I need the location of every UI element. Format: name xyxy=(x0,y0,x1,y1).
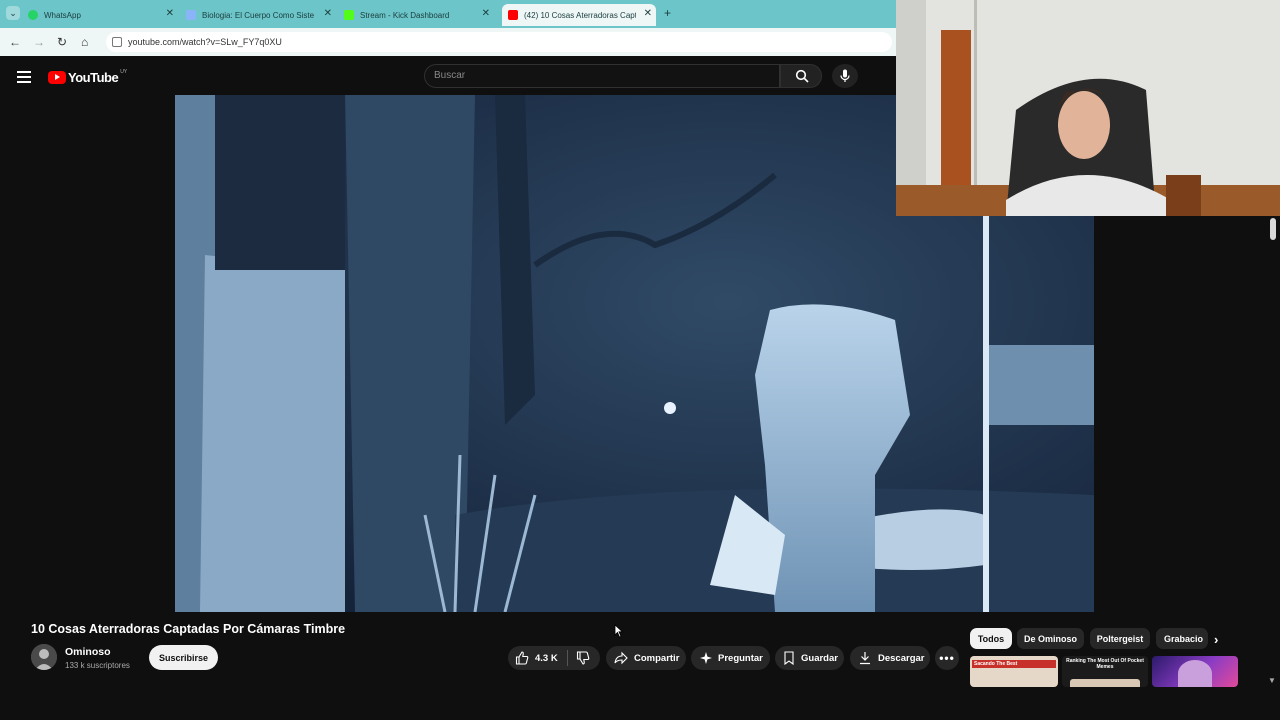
kick-favicon-icon xyxy=(344,10,354,20)
close-tab-icon[interactable]: ✕ xyxy=(482,8,490,19)
recommendation-thumbnail[interactable]: Sacando The Best xyxy=(970,656,1058,687)
search-placeholder: Buscar xyxy=(434,70,466,81)
tab-title: (42) 10 Cosas Aterradoras Capt xyxy=(524,10,636,20)
recommendation-thumbnail[interactable] xyxy=(1152,656,1238,687)
share-button[interactable]: Compartir xyxy=(606,646,686,670)
address-bar-row: ← → ↻ ⌂ youtube.com/watch?v=SLw_FY7q0XU xyxy=(0,28,896,56)
url-text: youtube.com/watch?v=SLw_FY7q0XU xyxy=(128,37,282,47)
close-tab-icon[interactable]: ✕ xyxy=(166,8,174,19)
channel-name[interactable]: Ominoso xyxy=(65,646,111,658)
chip-poltergeist[interactable]: Poltergeist xyxy=(1090,628,1150,649)
voice-search-button[interactable] xyxy=(832,64,858,88)
youtube-favicon-icon xyxy=(508,10,518,20)
scrollbar-thumb[interactable] xyxy=(1270,218,1276,240)
thumbnail-caption: Ranking The Most Out Of Pocket Memes xyxy=(1066,658,1144,670)
search-button[interactable] xyxy=(780,64,822,88)
like-count: 4.3 K xyxy=(535,652,558,664)
download-label: Descargar xyxy=(878,652,925,664)
thumbnail-caption: Sacando The Best xyxy=(972,660,1056,668)
subscribe-button[interactable]: Suscribirse xyxy=(149,645,218,670)
webcam-overlay xyxy=(896,0,1280,216)
forward-arrow-icon[interactable]: → xyxy=(33,35,45,49)
thumbnail-figure xyxy=(1178,660,1212,687)
save-button[interactable]: Guardar xyxy=(775,646,844,670)
recommendation-thumbnail[interactable]: Ranking The Most Out Of Pocket Memes xyxy=(1062,656,1148,687)
share-icon xyxy=(614,651,628,665)
subscriber-count: 133 k suscriptores xyxy=(65,661,130,670)
tab-title: WhatsApp xyxy=(44,10,81,20)
tab-biologia[interactable]: Biologia: El Cuerpo Como Siste ✕ xyxy=(186,4,336,26)
new-tab-button[interactable]: + xyxy=(664,6,671,20)
docs-favicon-icon xyxy=(186,10,196,20)
search-input[interactable]: Buscar xyxy=(424,64,780,88)
like-button[interactable]: 4.3 K xyxy=(508,651,558,665)
chip-todos[interactable]: Todos xyxy=(970,628,1012,649)
thumbs-down-icon xyxy=(576,651,590,665)
divider xyxy=(566,650,568,666)
whatsapp-favicon-icon xyxy=(28,10,38,20)
site-info-icon[interactable] xyxy=(112,37,122,47)
youtube-logo[interactable]: YouTube UY xyxy=(48,68,128,85)
thumbnail-detail xyxy=(1070,679,1140,687)
avatar-image xyxy=(31,644,57,670)
more-actions-button[interactable]: ••• xyxy=(935,646,959,670)
scroll-down-arrow-icon[interactable]: ▼ xyxy=(1268,676,1276,685)
youtube-play-icon xyxy=(48,71,66,84)
download-button[interactable]: Descargar xyxy=(850,646,930,670)
tab-title: Biologia: El Cuerpo Como Siste xyxy=(202,10,315,20)
tab-kick[interactable]: Stream - Kick Dashboard ✕ xyxy=(344,4,494,26)
chip-grabaciones[interactable]: Grabacio xyxy=(1156,628,1208,649)
channel-avatar[interactable] xyxy=(31,644,57,670)
youtube-header: YouTube UY Buscar xyxy=(0,56,896,96)
back-arrow-icon[interactable]: ← xyxy=(9,35,21,49)
close-tab-icon[interactable]: ✕ xyxy=(644,8,652,19)
tab-title: Stream - Kick Dashboard xyxy=(360,10,450,20)
logo-wordmark: YouTube xyxy=(68,70,119,85)
reload-icon[interactable]: ↻ xyxy=(57,35,67,49)
sparkle-icon xyxy=(700,652,712,664)
ask-label: Preguntar xyxy=(718,652,763,664)
tab-search-button[interactable]: ⌄ xyxy=(6,6,20,20)
bookmark-icon xyxy=(784,651,794,665)
home-icon[interactable]: ⌂ xyxy=(81,35,88,49)
thumbs-up-icon xyxy=(515,651,529,665)
dislike-button[interactable] xyxy=(576,651,590,665)
download-icon xyxy=(860,652,870,665)
chip-de-ominoso[interactable]: De Ominoso xyxy=(1017,628,1084,649)
close-tab-icon[interactable]: ✕ xyxy=(324,8,332,19)
video-title: 10 Cosas Aterradoras Captadas Por Cámara… xyxy=(31,622,346,636)
search-icon xyxy=(795,69,809,83)
mouse-cursor-icon xyxy=(614,624,624,638)
tab-whatsapp[interactable]: WhatsApp ✕ xyxy=(28,4,178,26)
ask-button[interactable]: Preguntar xyxy=(691,646,770,670)
menu-icon[interactable] xyxy=(17,71,31,86)
share-label: Compartir xyxy=(634,652,680,664)
microphone-icon xyxy=(840,69,850,82)
save-label: Guardar xyxy=(801,652,838,664)
browser-tab-bar: ⌄ WhatsApp ✕ Biologia: El Cuerpo Como Si… xyxy=(0,0,896,28)
like-dislike-group: 4.3 K xyxy=(508,646,600,670)
webcam-image xyxy=(896,0,1280,216)
tab-youtube[interactable]: (42) 10 Cosas Aterradoras Capt ✕ xyxy=(502,4,656,26)
url-field[interactable]: youtube.com/watch?v=SLw_FY7q0XU xyxy=(106,32,892,52)
more-horizontal-icon: ••• xyxy=(939,651,955,665)
country-code: UY xyxy=(120,68,128,75)
chips-next-chevron-icon[interactable]: › xyxy=(1214,632,1218,647)
